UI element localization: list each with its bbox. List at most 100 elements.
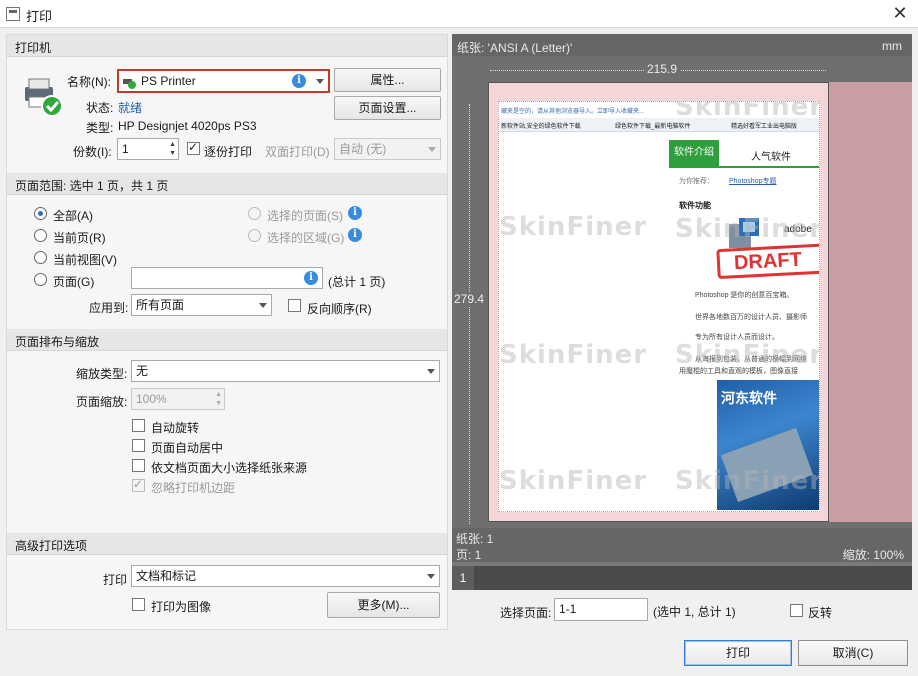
apply-to-label: 应用到: [89, 301, 129, 315]
web-tab-1: 新软件站,安全的绿色软件下载 [501, 124, 581, 130]
status-label: 状态: [86, 101, 114, 115]
pages-input[interactable]: i [131, 267, 323, 289]
printer-info-icon[interactable]: i [292, 74, 306, 88]
auto-center-label: 页面自动居中 [151, 441, 224, 455]
height-ruler [469, 104, 470, 524]
apply-to-select[interactable]: 所有页面 [131, 294, 272, 316]
type-label: 类型: [86, 121, 114, 135]
auto-center-checkbox[interactable] [132, 439, 145, 452]
select-page-label: 选择页面: [500, 606, 552, 620]
selected-area-info-icon[interactable]: i [348, 228, 362, 242]
page-thumbnail-strip: 1 [452, 566, 912, 590]
page-scale-value: 100% [136, 392, 167, 406]
scale-type-value: 无 [136, 364, 149, 378]
chevron-down-icon [427, 369, 435, 374]
print-what-select[interactable]: 文档和标记 [131, 565, 440, 587]
printer-small-icon [123, 75, 136, 89]
preview-side-area [829, 82, 912, 522]
reverse-checkbox[interactable] [790, 604, 803, 617]
web-nav-2: 人气软件 [751, 152, 791, 163]
watermark: SkinFiner [499, 212, 648, 242]
zoom-level: 缩放: 100% [842, 548, 904, 562]
stepper-arrows-icon[interactable]: ▲ ▼ [215, 390, 222, 408]
properties-button[interactable]: 属性... [334, 68, 441, 92]
printer-icon [21, 75, 65, 119]
choose-paper-label: 依文档页面大小选择纸张来源 [151, 461, 308, 475]
more-button[interactable]: 更多(M)... [327, 592, 440, 618]
preview-info-bar: 纸张: 1 页: 1 缩放: 100% [452, 528, 912, 562]
watermark: SkinFiner [675, 340, 820, 370]
reverse-order-label: 反向顺序(R) [307, 302, 372, 316]
preview-canvas: 215.9 279.4 藏夹是空的，请从其他浏览器导入。立即导入收藏夹... 新… [452, 56, 912, 562]
title-bar: 打印 ✕ [0, 0, 918, 28]
page-setup-button[interactable]: 页面设置... [334, 96, 441, 120]
layout-section-header: 页面排布与缩放 [7, 329, 447, 351]
unit-label: mm [882, 39, 902, 53]
chevron-down-icon [427, 574, 435, 579]
scale-type-select[interactable]: 无 [131, 360, 440, 382]
page-scale-label: 页面缩放: [76, 395, 128, 409]
radio-current-page-label: 当前页(R) [53, 231, 106, 245]
radio-pages-label: 页面(G) [53, 275, 95, 289]
radio-pages[interactable] [34, 273, 47, 286]
cancel-button[interactable]: 取消(C) [798, 640, 908, 666]
web-nav-1: 软件介绍 [669, 140, 719, 166]
print-what-label: 打印 [103, 573, 128, 587]
chevron-down-icon [259, 303, 267, 308]
select-page-value: 1-1 [559, 602, 577, 616]
print-what-value: 文档和标记 [136, 569, 197, 583]
copies-value: 1 [122, 142, 129, 156]
watermark: SkinFiner [499, 340, 648, 370]
print-preview-panel: 纸张: 'ANSI A (Letter)' mm 215.9 279.4 藏夹是… [452, 34, 912, 590]
web-line-1: Photoshop 是你的创意百宝箱。 [695, 292, 794, 299]
choose-paper-checkbox[interactable] [132, 459, 145, 472]
apply-to-value: 所有页面 [136, 298, 185, 312]
total-pages-text: (总计 1 页) [328, 275, 386, 289]
web-tab-3: 精选好看军工业出电脑版 [731, 124, 798, 130]
duplex-value: 自动 (无) [339, 142, 387, 156]
close-icon[interactable]: ✕ [882, 0, 918, 28]
auto-rotate-label: 自动旋转 [151, 421, 200, 435]
scale-type-label: 缩放类型: [76, 367, 128, 381]
watermark: SkinFiner [675, 466, 820, 496]
auto-rotate-checkbox[interactable] [132, 419, 145, 432]
printer-name-value: PS Printer [141, 74, 196, 88]
web-recommend: 为你推荐： [679, 178, 714, 185]
print-as-image-label: 打印为图像 [151, 600, 212, 614]
select-info: (选中 1, 总计 1) [653, 605, 736, 619]
radio-current-page[interactable] [34, 229, 47, 242]
radio-selected-pages[interactable] [248, 207, 261, 220]
settings-panel: 打印机 名称(N): PS Printer i 属性... 状态: 就绪 页面设… [6, 34, 448, 630]
print-as-image-checkbox[interactable] [132, 598, 145, 611]
draft-stamp: DRAFT [716, 242, 819, 280]
width-value: 215.9 [644, 62, 681, 76]
radio-current-view[interactable] [34, 251, 47, 264]
web-recommend-link: Photoshop专题 [729, 178, 777, 185]
select-page-input[interactable]: 1-1 [554, 598, 648, 621]
preview-page: 藏夹是空的，请从其他浏览器导入。立即导入收藏夹... 新软件站,安全的绿色软件下… [488, 82, 829, 522]
watermark: SkinFiner [675, 101, 820, 122]
selected-pages-info-icon[interactable]: i [348, 206, 362, 220]
duplex-select[interactable]: 自动 (无) [334, 138, 441, 160]
page-scale-stepper[interactable]: 100% ▲ ▼ [131, 388, 225, 410]
duplex-label: 双面打印(D) [265, 145, 330, 159]
web-features-title: 软件功能 [679, 201, 711, 210]
collate-checkbox[interactable] [187, 140, 200, 155]
web-top-line: 藏夹是空的，请从其他浏览器导入。立即导入收藏夹... [501, 109, 645, 115]
type-value: HP Designjet 4020ps PS3 [118, 119, 257, 133]
stepper-arrows-icon[interactable]: ▲ ▼ [169, 140, 176, 158]
ignore-margins-checkbox[interactable] [132, 477, 145, 492]
pages-info-icon[interactable]: i [304, 271, 318, 285]
copies-stepper[interactable]: 1 ▲ ▼ [117, 138, 179, 160]
printer-section-header: 打印机 [7, 35, 447, 57]
reverse-order-checkbox[interactable] [288, 299, 301, 312]
copies-label: 份数(I): [73, 145, 112, 159]
page-thumb-1[interactable]: 1 [452, 566, 474, 590]
radio-all[interactable] [34, 207, 47, 220]
height-value: 279.4 [454, 292, 485, 306]
printer-name-select[interactable]: PS Printer i [117, 69, 330, 93]
print-button[interactable]: 打印 [684, 640, 792, 666]
page-range-section-header: 页面范围: 选中 1 页，共 1 页 [7, 173, 447, 195]
radio-selected-area[interactable] [248, 229, 261, 242]
chevron-down-icon [316, 79, 324, 84]
